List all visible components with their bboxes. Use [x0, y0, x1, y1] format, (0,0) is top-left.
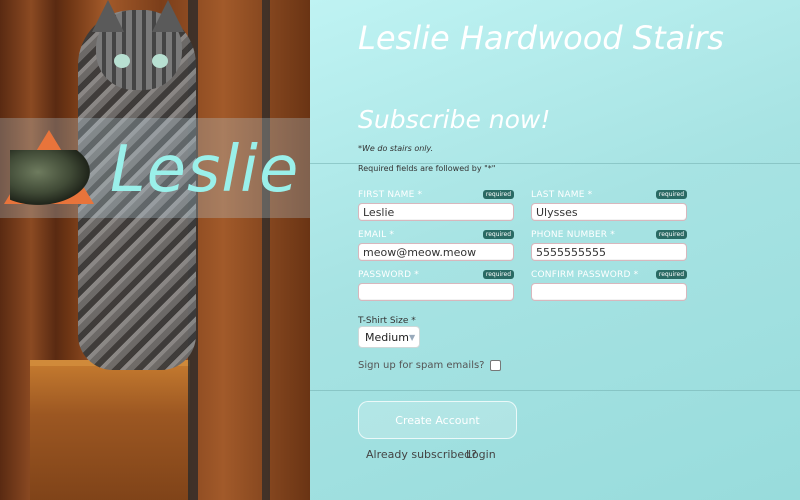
tshirt-size-value: Medium [365, 330, 409, 344]
last-name-input[interactable] [531, 203, 687, 221]
page: Leslie Leslie Hardwood Stairs Subscribe … [0, 0, 800, 500]
required-badge: required [482, 230, 514, 239]
required-badge: required [655, 230, 687, 239]
spam-checkbox[interactable] [490, 360, 502, 371]
page-subtitle: Subscribe now! [358, 105, 551, 134]
first-name-field: FIRST NAME * required [358, 190, 514, 221]
phone-field: PHONE NUMBER * required [531, 230, 687, 261]
stair-step [30, 360, 190, 500]
stair-rail [262, 0, 270, 500]
first-name-input[interactable] [358, 203, 514, 221]
tshirt-size-label: T-Shirt Size * [358, 316, 416, 326]
divider [310, 390, 800, 391]
required-badge: required [655, 270, 687, 279]
last-name-field: LAST NAME * required [531, 190, 687, 221]
page-title: Leslie Hardwood Stairs [358, 19, 724, 57]
cat-ear [152, 0, 184, 32]
password-input[interactable] [358, 283, 514, 301]
logo-text: Leslie [110, 133, 300, 207]
required-badge: required [655, 190, 687, 199]
required-badge: required [482, 270, 514, 279]
spam-option: Sign up for spam emails? [358, 360, 502, 371]
cat-eye [114, 54, 130, 68]
email-input[interactable] [358, 243, 514, 261]
chevron-down-icon: ▼ [408, 332, 416, 342]
confirm-password-input[interactable] [531, 283, 687, 301]
spam-label: Sign up for spam emails? [358, 360, 485, 371]
create-account-button[interactable]: Create Account [358, 401, 517, 439]
password-field: PASSWORD * required [358, 270, 514, 301]
already-subscribed-text: Already subscribed? [366, 448, 477, 461]
required-note: Required fields are followed by "*" [358, 164, 496, 173]
cat-eye [152, 54, 168, 68]
confirm-password-field: CONFIRM PASSWORD * required [531, 270, 687, 301]
tshirt-size-select[interactable]: Medium ▼ [358, 326, 420, 348]
logo-cat-image [10, 150, 90, 205]
email-field: EMAIL * required [358, 230, 514, 261]
note-text: *We do stairs only. [358, 144, 434, 153]
phone-input[interactable] [531, 243, 687, 261]
hero-photo: Leslie [0, 0, 310, 500]
login-link[interactable]: Login [466, 448, 496, 461]
required-badge: required [482, 190, 514, 199]
cat-ear [92, 0, 124, 32]
signup-panel: Leslie Hardwood Stairs Subscribe now! *W… [310, 0, 800, 500]
